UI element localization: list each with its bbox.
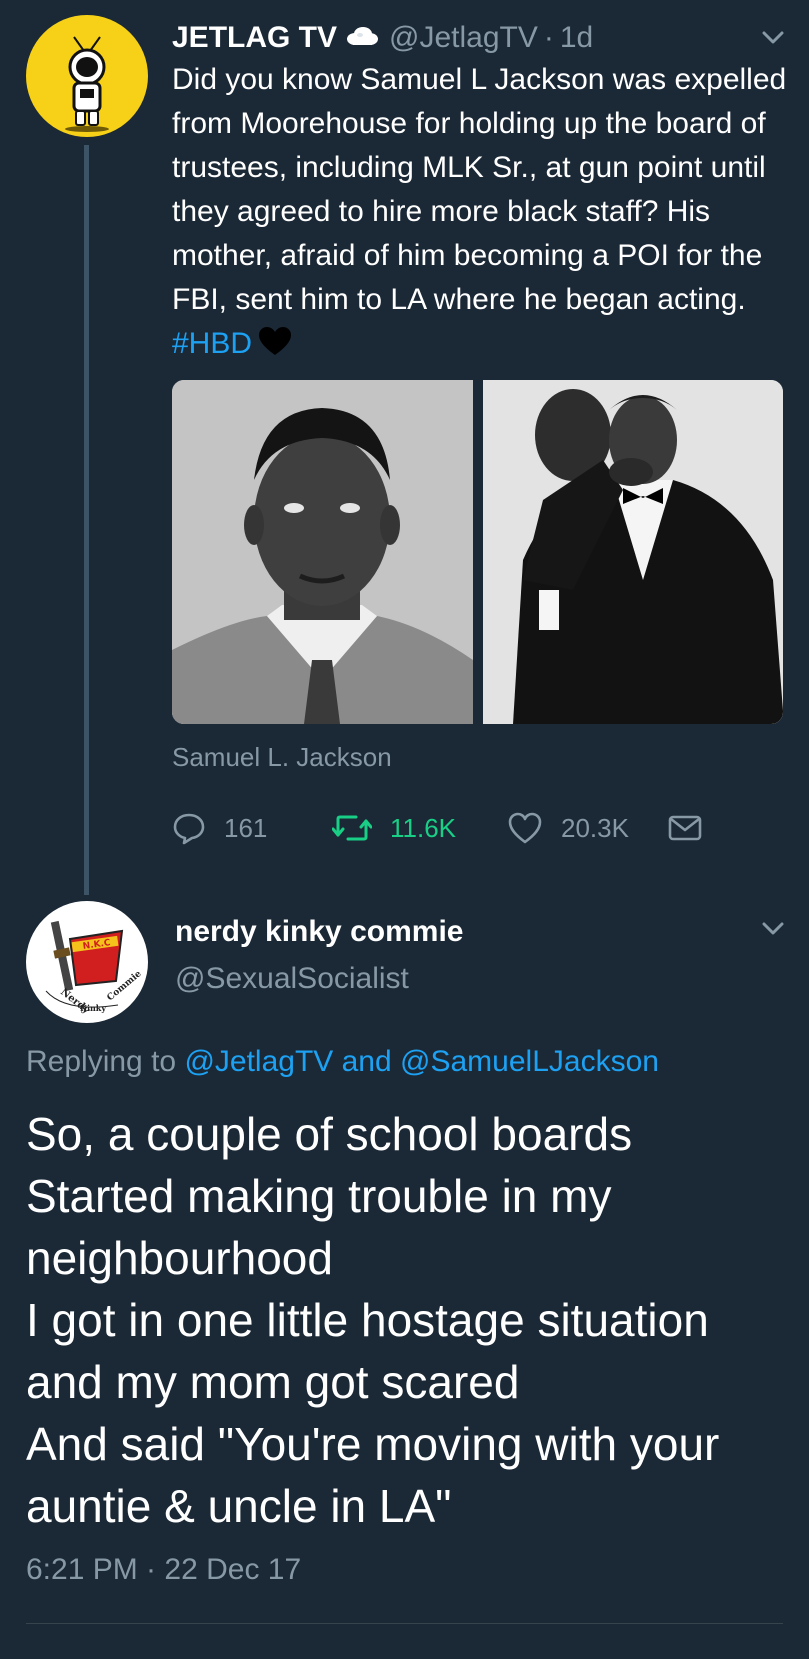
author-handle[interactable]: @JetlagTV xyxy=(389,21,538,55)
like-icon xyxy=(508,812,542,844)
direct-message-button[interactable] xyxy=(667,813,721,843)
black-heart-emoji-icon xyxy=(258,326,292,370)
tweet-text-main: Did you know Samuel L Jackson was expell… xyxy=(172,63,787,316)
tweet-line: Started making trouble in my xyxy=(26,1170,612,1222)
svg-text:Kinky: Kinky xyxy=(80,1003,106,1013)
nkc-badge-logo: N.K.C Nerdy Kinky Commie xyxy=(27,902,147,1022)
like-count: 20.3K xyxy=(561,812,629,843)
replying-prefix: Replying to xyxy=(26,1045,177,1078)
reply-icon xyxy=(173,813,205,845)
tweet-line: auntie & uncle in LA" xyxy=(26,1480,452,1532)
avatar-sexualsocialist[interactable]: N.K.C Nerdy Kinky Commie xyxy=(26,901,148,1023)
photo-tuxedo-portrait[interactable] xyxy=(482,380,783,724)
thread-connector-line xyxy=(84,145,89,895)
message-icon xyxy=(668,815,702,841)
divider xyxy=(26,1623,783,1624)
tweet-line: So, a couple of school boards xyxy=(26,1108,633,1160)
hashtag-link[interactable]: #HBD xyxy=(172,327,252,360)
tweet-thread: JETLAG TV @JetlagTV · 1d Did you know Sa… xyxy=(0,0,809,1659)
tweet-text: So, a couple of school boards Started ma… xyxy=(26,1103,796,1537)
reply-count: 161 xyxy=(224,812,268,843)
retweet-button[interactable]: 11.6K xyxy=(332,811,507,845)
photo-young-portrait[interactable] xyxy=(172,380,473,724)
tweet-line: I got in one little hostage situation xyxy=(26,1294,709,1346)
tweet-sexualsocialist[interactable]: N.K.C Nerdy Kinky Commie nerdy kinky com… xyxy=(0,895,809,1659)
media-caption[interactable]: Samuel L. Jackson xyxy=(172,742,392,773)
chevron-down-icon[interactable] xyxy=(758,22,788,52)
tweet-timestamp[interactable]: 6:21 PM · 22 Dec 17 xyxy=(26,1553,301,1587)
tweet-time[interactable]: 1d xyxy=(560,21,593,55)
separator-dot: · xyxy=(543,21,554,54)
avatar-jetlagtv[interactable] xyxy=(26,15,148,137)
tweet-header: JETLAG TV @JetlagTV · 1d xyxy=(172,16,772,60)
tweet-jetlagtv[interactable]: JETLAG TV @JetlagTV · 1d Did you know Sa… xyxy=(0,0,809,895)
reply-button[interactable]: 161 xyxy=(172,811,332,845)
retweet-count: 11.6K xyxy=(390,812,457,843)
like-button[interactable]: 20.3K xyxy=(507,811,667,845)
cloud-emoji-icon xyxy=(345,25,379,52)
author-handle[interactable]: @SexualSocialist xyxy=(175,962,409,996)
author-name[interactable]: JETLAG TV xyxy=(172,21,337,55)
tweet-line: neighbourhood xyxy=(26,1232,333,1284)
retweet-icon xyxy=(332,815,372,841)
media-grid[interactable] xyxy=(172,380,783,724)
tweet-line: and my mom got scared xyxy=(26,1356,520,1408)
reply-and[interactable]: and xyxy=(342,1045,392,1078)
tweet-text: Did you know Samuel L Jackson was expell… xyxy=(172,58,797,370)
chevron-down-icon[interactable] xyxy=(758,913,788,943)
reply-target-samuelljackson[interactable]: @SamuelLJackson xyxy=(400,1045,659,1078)
tweet-actions: 161 11.6K 20.3K xyxy=(172,807,721,849)
tweet-line: And said "You're moving with your xyxy=(26,1418,720,1470)
replying-to-line: Replying to @JetlagTV and @SamuelLJackso… xyxy=(26,1045,659,1079)
reply-target-jetlagtv[interactable]: @JetlagTV xyxy=(184,1045,333,1078)
author-name[interactable]: nerdy kinky commie xyxy=(175,915,463,949)
astronaut-icon xyxy=(65,36,109,132)
